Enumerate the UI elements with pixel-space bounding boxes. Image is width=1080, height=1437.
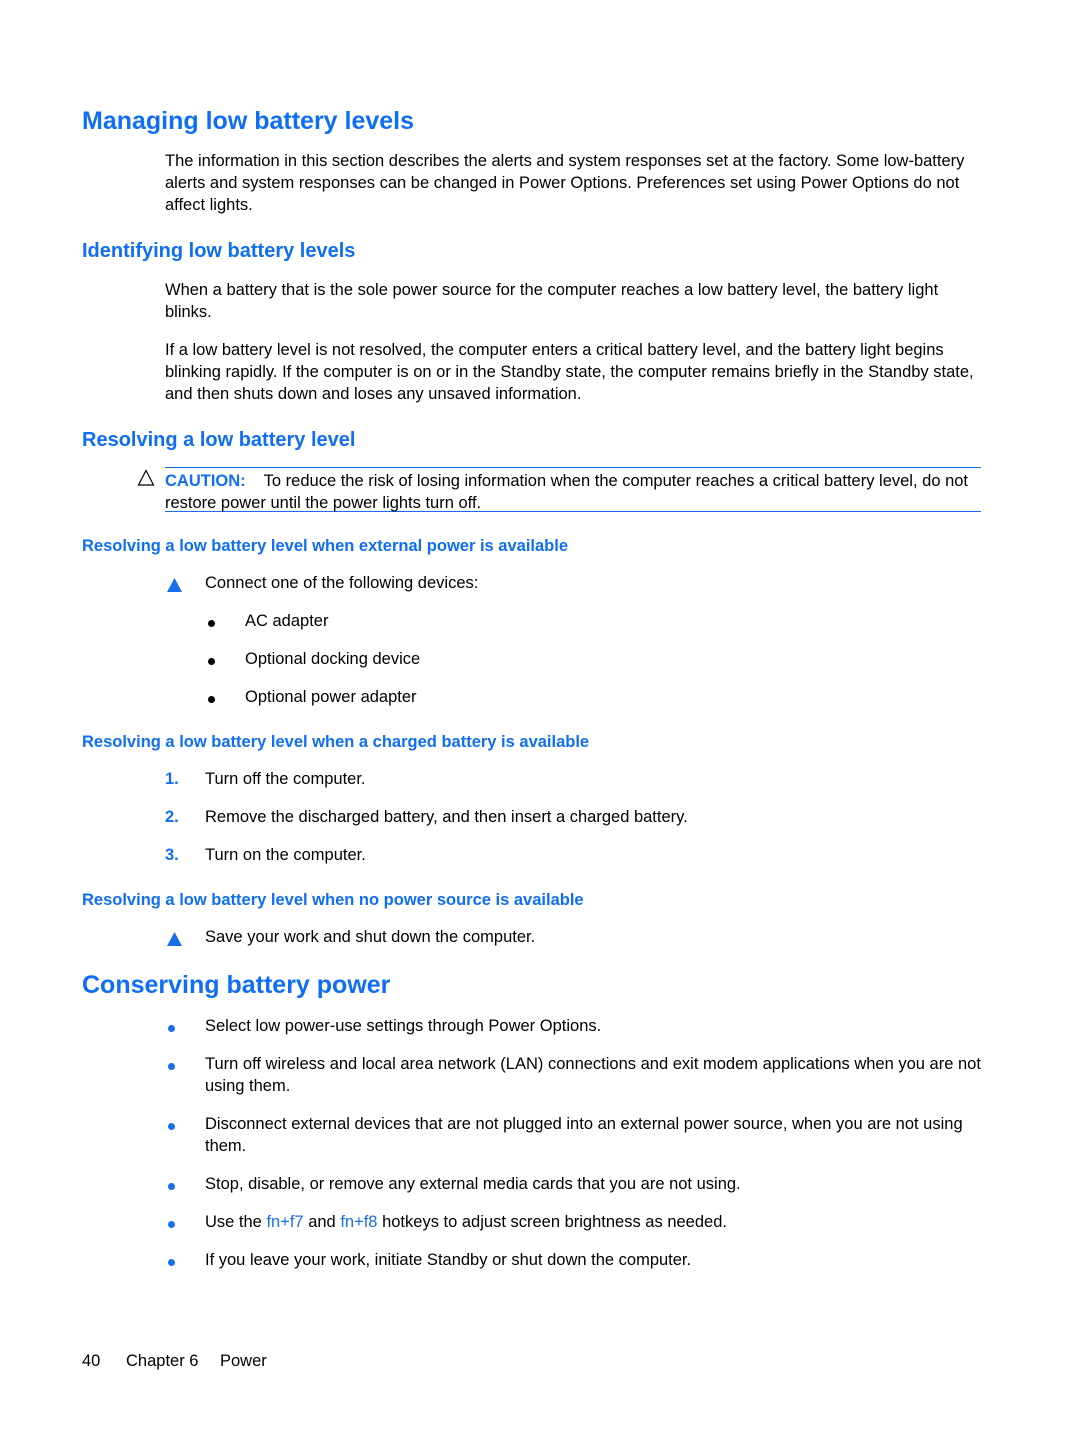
step-number: 3. — [165, 846, 179, 864]
page-number: 40 — [82, 1352, 101, 1370]
step-text: Turn on the computer. — [205, 846, 366, 864]
caution-label: CAUTION: — [165, 472, 246, 490]
hotkeys-text-pre: Use the — [205, 1213, 267, 1231]
caution-triangle-outline-icon — [137, 469, 155, 486]
section-title-resolving: Resolving a low battery level — [82, 429, 356, 451]
no-power-step: Save your work and shut down the compute… — [205, 928, 536, 946]
hotkeys-text-mid: and — [303, 1213, 341, 1231]
device-item: Optional power adapter — [245, 688, 417, 706]
conserving-item: Stop, disable, or remove any external me… — [205, 1175, 741, 1193]
caution-box: CAUTION: To reduce the risk of losing inf… — [165, 467, 981, 512]
step-text: Remove the discharged battery, and then … — [205, 808, 688, 826]
step-text: Turn off the computer. — [205, 770, 366, 788]
bullet-icon — [168, 1025, 175, 1032]
identifying-paragraph-1: When a battery that is the sole power so… — [165, 281, 939, 321]
step-triangle-icon — [167, 578, 182, 592]
conserving-item: Turn off wireless and local area network… — [205, 1055, 981, 1095]
section-title-identifying: Identifying low battery levels — [82, 240, 356, 262]
conserving-item: Select low power-use settings through Po… — [205, 1017, 602, 1035]
hotkeys-text-post: hotkeys to adjust screen brightness as n… — [377, 1213, 727, 1231]
conserving-item-hotkeys: Use the fn+f7 and fn+f8 hotkeys to adjus… — [205, 1211, 985, 1233]
section-title-conserving: Conserving battery power — [82, 971, 391, 999]
subsection-title-external-power: Resolving a low battery level when exter… — [82, 537, 569, 555]
subsection-title-charged-battery: Resolving a low battery level when a cha… — [82, 733, 590, 751]
footer-chapter-title: Power — [220, 1352, 267, 1370]
hotkey-fn-f7: fn+f7 — [266, 1213, 304, 1231]
device-item: AC adapter — [245, 612, 329, 630]
section-title-managing: Managing low battery levels — [82, 107, 415, 135]
step-number: 2. — [165, 808, 179, 826]
bullet-icon — [168, 1259, 175, 1266]
device-item: Optional docking device — [245, 650, 421, 668]
hotkey-fn-f8: fn+f8 — [340, 1213, 378, 1231]
bullet-icon — [168, 1221, 175, 1228]
bullet-icon — [208, 620, 215, 627]
bullet-icon — [168, 1123, 175, 1130]
step-number: 1. — [165, 770, 179, 788]
caution-text: To reduce the risk of losing information… — [165, 472, 969, 512]
bullet-icon — [208, 658, 215, 665]
footer-chapter: Chapter 6 — [126, 1352, 199, 1370]
bullet-icon — [208, 696, 215, 703]
conserving-item: If you leave your work, initiate Standby… — [205, 1251, 692, 1269]
bullet-icon — [168, 1063, 175, 1070]
step-triangle-icon — [167, 932, 182, 946]
bullet-icon — [168, 1183, 175, 1190]
subsection-title-no-power: Resolving a low battery level when no po… — [82, 891, 584, 909]
managing-intro: The information in this section describe… — [165, 152, 965, 214]
external-power-step: Connect one of the following devices: — [205, 574, 479, 592]
identifying-paragraph-2: If a low battery level is not resolved, … — [165, 341, 974, 403]
conserving-item: Disconnect external devices that are not… — [205, 1115, 963, 1155]
